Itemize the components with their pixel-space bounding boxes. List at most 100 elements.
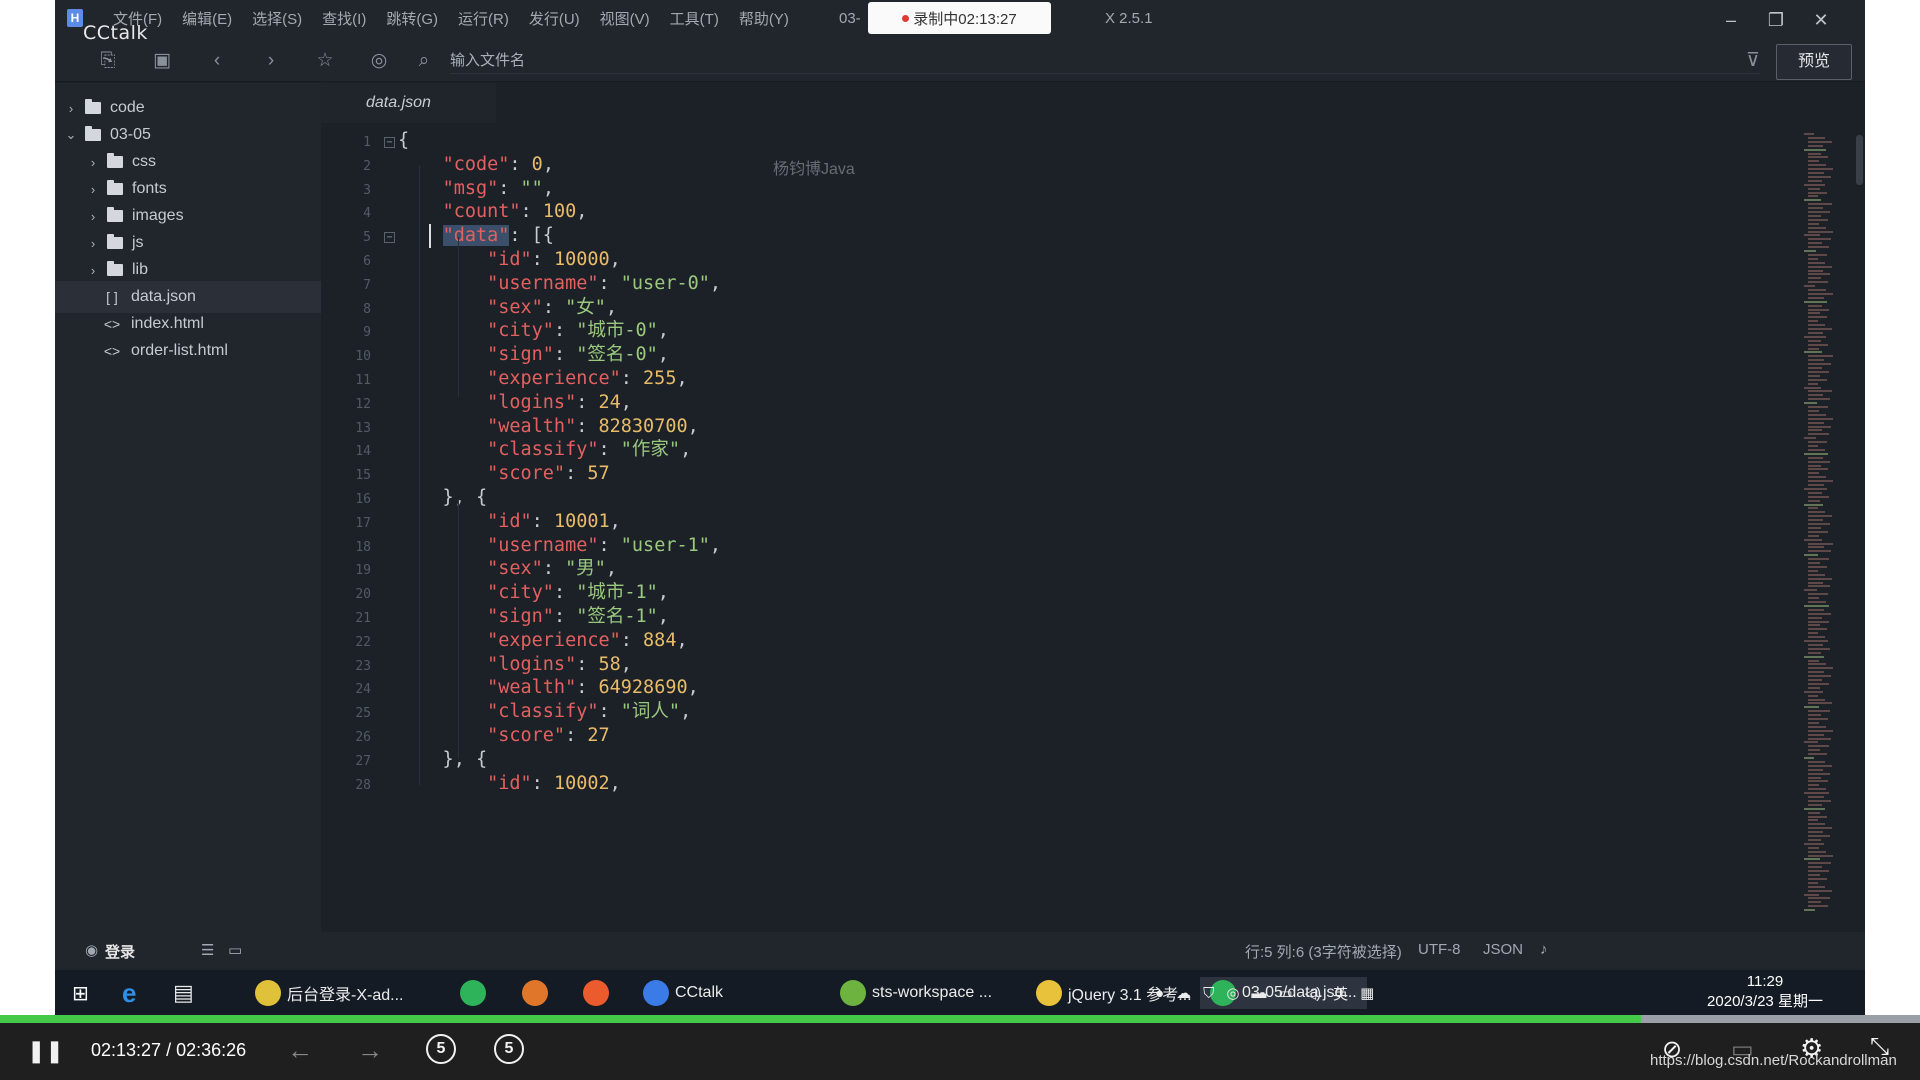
chevron-right-icon[interactable]: ›	[63, 101, 79, 116]
bookmark-star-icon[interactable]: ☆	[313, 49, 337, 73]
minimap-line	[1808, 253, 1827, 256]
ime-grid-icon[interactable]: ▦	[1360, 984, 1374, 1002]
minimap-line	[1808, 363, 1831, 366]
forward-5-icon[interactable]: 5	[494, 1034, 524, 1064]
line-number: 22	[355, 634, 371, 650]
network-off-icon[interactable]: ☁	[1176, 984, 1191, 1002]
menu-item[interactable]: 发行(U)	[519, 10, 590, 30]
user-icon[interactable]: ◉	[85, 941, 98, 959]
notification-bell-icon[interactable]: ♪	[1540, 941, 1548, 958]
login-link[interactable]: 登录	[105, 941, 135, 962]
code-editor[interactable]: 1−2 3 4 5−6 7 8 9 10 11 12 13 14 15 16 17 18 19 20 21 22 23 2…	[321, 123, 1865, 932]
minimap-line	[1804, 893, 1819, 896]
code-token: "count"	[442, 201, 521, 223]
next-arrow-icon[interactable]: →	[357, 1035, 383, 1066]
cctalk-tray-icon[interactable]: ◎	[1226, 984, 1239, 1002]
tab-data-json[interactable]: data.json	[321, 83, 496, 123]
code-token: 82830700	[598, 415, 688, 437]
minimap-line	[1804, 250, 1816, 252]
chevron-right-icon[interactable]: ›	[85, 263, 101, 278]
run-icon[interactable]: ◎	[367, 49, 391, 73]
taskbar-app[interactable]	[583, 977, 615, 1009]
taskbar-app[interactable]: CCtalk	[643, 977, 723, 1009]
code-token: :	[553, 582, 577, 604]
filter-icon[interactable]: ⊽	[1741, 49, 1765, 73]
minimap-line	[1808, 175, 1831, 178]
chevron-right-icon[interactable]: ›	[85, 155, 101, 170]
file-search-input[interactable]	[450, 48, 1760, 74]
chevron-right-icon[interactable]: ›	[85, 209, 101, 224]
code-token: "username"	[487, 534, 599, 556]
pause-icon[interactable]: ❚❚	[27, 1038, 64, 1064]
minimap[interactable]	[1802, 133, 1842, 932]
prev-arrow-icon[interactable]: ←	[287, 1035, 313, 1066]
menu-item[interactable]: 选择(S)	[242, 10, 312, 30]
code-token: "wealth"	[487, 415, 577, 437]
code-token: ,	[542, 177, 554, 199]
preview-button[interactable]: 预览	[1776, 44, 1852, 80]
status-bar: ◉ 登录 ☰ ▭ 行:5 列:6 (3字符被选择) UTF-8 JSON ♪	[55, 932, 1865, 970]
system-tray[interactable]: ● ☁ ⛉ ◎ ▬ ▭ ◁) 英 ▦	[1155, 977, 1374, 1009]
mic-icon[interactable]: ●	[1155, 985, 1164, 1002]
chevron-down-icon[interactable]: ⌄	[63, 127, 79, 143]
rewind-5-icon[interactable]: 5	[426, 1034, 456, 1064]
fold-toggle-icon[interactable]: −	[384, 137, 395, 148]
close-icon[interactable]: ✕	[1806, 6, 1836, 34]
minimize-icon[interactable]: –	[1716, 6, 1746, 34]
volume-icon[interactable]: ◁)	[1305, 984, 1322, 1002]
encoding-label[interactable]: UTF-8	[1418, 941, 1461, 958]
minimap-line	[1808, 421, 1824, 424]
code-token: "id"	[487, 772, 532, 794]
taskbar-app[interactable]: sts-workspace ...	[840, 977, 992, 1009]
menu-item[interactable]: 查找(I)	[312, 10, 376, 30]
restore-icon[interactable]: ❐	[1761, 6, 1791, 34]
clock-date: 2020/3/23 星期一	[1707, 993, 1823, 1010]
code-token: "logins"	[487, 391, 577, 413]
sidebar-item-order-list-html[interactable]: <> order-list.html	[55, 335, 321, 367]
video-progress-bar[interactable]	[0, 1015, 1920, 1023]
minimap-line	[1804, 183, 1825, 186]
new-file-icon[interactable]: ⎘	[96, 49, 120, 73]
ime-language[interactable]: 英	[1333, 983, 1348, 1004]
menu-item[interactable]: 跳转(G)	[376, 10, 448, 30]
menu-item[interactable]: 视图(V)	[590, 10, 660, 30]
menu-item[interactable]: 帮助(Y)	[729, 10, 799, 30]
minimap-line	[1808, 265, 1832, 268]
browse-file-icon[interactable]: ⌕	[412, 49, 436, 73]
cursor-position[interactable]: 行:5 列:6 (3字符被选择)	[1245, 941, 1402, 962]
code-token: :	[576, 391, 599, 413]
menu-item[interactable]: 工具(T)	[660, 10, 729, 30]
language-label[interactable]: JSON	[1483, 941, 1523, 958]
folder-icon	[107, 234, 123, 249]
chevron-right-icon[interactable]: ›	[85, 236, 101, 251]
taskbar-app[interactable]	[522, 977, 554, 1009]
minimap-line	[1804, 741, 1818, 744]
edge-browser-icon[interactable]: e	[122, 977, 136, 1009]
back-icon[interactable]: ‹	[205, 49, 229, 73]
console-icon[interactable]: ▭	[228, 941, 242, 959]
battery-icon[interactable]: ▬	[1251, 985, 1266, 1002]
minimap-line	[1804, 503, 1823, 506]
editor-scrollbar[interactable]	[1856, 135, 1863, 185]
display-icon[interactable]: ▭	[1278, 984, 1292, 1002]
menu-item[interactable]: 文件(F)	[103, 10, 172, 30]
security-icon[interactable]: ⛉	[1203, 985, 1214, 1002]
store-icon[interactable]: ▤	[173, 977, 194, 1009]
fold-toggle-icon[interactable]: −	[384, 232, 395, 244]
forward-icon[interactable]: ›	[259, 49, 283, 73]
outline-icon[interactable]: ☰	[201, 941, 214, 959]
taskbar-clock[interactable]: 11:29 2020/3/23 星期一	[1705, 972, 1825, 1012]
minimap-line	[1808, 456, 1823, 459]
menu-item[interactable]: 编辑(E)	[172, 10, 242, 30]
save-icon[interactable]: ▣	[150, 49, 174, 73]
menu-item[interactable]: 运行(R)	[448, 10, 519, 30]
windows-start-icon[interactable]: ⊞	[72, 977, 89, 1009]
minimap-line	[1804, 199, 1821, 202]
taskbar-app[interactable]	[460, 977, 492, 1009]
chevron-right-icon[interactable]: ›	[85, 182, 101, 197]
taskbar-app[interactable]: 后台登录-X-ad...	[255, 977, 403, 1009]
